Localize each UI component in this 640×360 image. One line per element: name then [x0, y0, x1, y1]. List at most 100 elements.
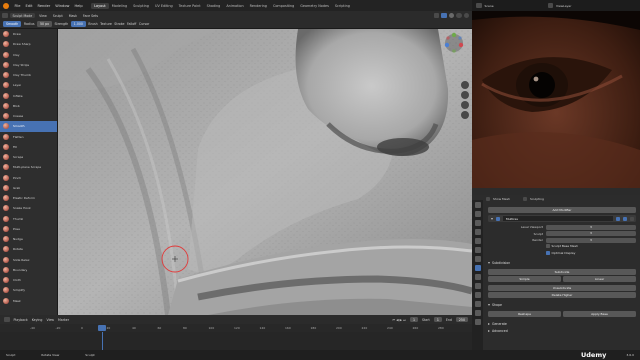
field-value[interactable]: 3 [546, 237, 636, 243]
tool-boundary[interactable]: Boundary [0, 265, 57, 275]
end-frame-field[interactable]: 250 [455, 316, 468, 323]
tab-shading[interactable]: Shading [204, 3, 224, 9]
view-layer-tab-icon[interactable] [474, 229, 481, 235]
view-layer-selector[interactable]: ViewLayer [556, 4, 571, 8]
3d-viewport[interactable] [58, 29, 472, 315]
modifier-menu-icon[interactable] [630, 216, 634, 221]
tool-smooth[interactable]: Smooth [0, 121, 57, 132]
scene-tab-icon[interactable] [474, 238, 481, 244]
editor-type-icon[interactable] [2, 12, 8, 19]
zoom-icon[interactable] [461, 81, 469, 89]
tool-simplify[interactable]: Simplify [0, 285, 57, 295]
reshape-button[interactable]: Reshape [488, 311, 561, 317]
shading-rendered-icon[interactable] [463, 12, 469, 19]
render-tab-icon[interactable] [474, 211, 481, 217]
tool-inflate[interactable]: Inflate [0, 91, 57, 101]
optimal-display-checkbox[interactable] [546, 251, 550, 255]
tool-pinch[interactable]: Pinch [0, 173, 57, 183]
tool-flatten[interactable]: Flatten [0, 132, 57, 142]
sculpt-base-mesh-row[interactable]: Sculpt Base Mesh [546, 244, 578, 248]
tool-draw[interactable]: Draw [0, 29, 57, 39]
subdivision-expand-icon[interactable] [488, 262, 490, 264]
timeline-ruler[interactable]: -40 -20 0 20 40 60 80 100 120 140 160 180 200 220 240 2… [0, 324, 472, 332]
stroke-menu[interactable]: Stroke [114, 22, 124, 26]
menu-view[interactable]: View [37, 14, 49, 18]
optimal-display-row[interactable]: Optimal Display [546, 251, 575, 255]
overlay-icon[interactable] [433, 12, 439, 19]
playback-controls[interactable]: ⏮ ◀ ▶ ⏭ [392, 318, 406, 322]
tool-clay[interactable]: Clay [0, 50, 57, 60]
simple-button[interactable]: Simple [488, 276, 561, 282]
menu-window[interactable]: Window [53, 4, 72, 8]
generate-expand-icon[interactable] [488, 323, 490, 325]
menu-face-sets[interactable]: Face Sets [81, 14, 100, 18]
tool-rotate[interactable]: Rotate [0, 244, 57, 254]
collapse-toggle-icon[interactable] [491, 217, 493, 220]
tab-sculpting[interactable]: Sculpting [130, 3, 152, 9]
tool-snake-hook[interactable]: Snake Hook [0, 203, 57, 213]
filter-icon[interactable] [486, 197, 490, 201]
blender-logo-icon[interactable] [3, 2, 9, 9]
perspective-toggle-icon[interactable] [461, 111, 469, 119]
tool-clay-strips[interactable]: Clay Strips [0, 60, 57, 70]
menu-file[interactable]: File [12, 4, 23, 8]
material-tab-icon[interactable] [474, 310, 481, 316]
sculpt-base-mesh-checkbox[interactable] [546, 244, 550, 248]
timeline-menu-view[interactable]: View [46, 318, 54, 322]
tool-tab-icon[interactable] [474, 202, 481, 208]
tool-fill[interactable]: Fill [0, 142, 57, 152]
texture-tab-icon[interactable] [474, 319, 481, 325]
tool-slide-relax[interactable]: Slide Relax [0, 255, 57, 265]
tool-multi-plane-scrape[interactable]: Multi-plane Scrape [0, 162, 57, 172]
tool-cloth[interactable]: Cloth [0, 275, 57, 285]
tool-grab[interactable]: Grab [0, 183, 57, 193]
subdivision-section-header[interactable]: Subdivision [488, 261, 510, 265]
xray-icon[interactable] [441, 12, 447, 19]
menu-mask[interactable]: Mask [67, 14, 79, 18]
tab-rendering[interactable]: Rendering [247, 3, 270, 9]
tool-elastic-deform[interactable]: Elastic Deform [0, 193, 57, 203]
timeline-menu-playback[interactable]: Playback [14, 318, 28, 322]
advanced-expand-icon[interactable] [488, 330, 490, 332]
brush-selector[interactable]: Smooth [3, 21, 22, 27]
tool-mask[interactable]: Mask [0, 296, 57, 306]
menu-edit[interactable]: Edit [23, 4, 35, 8]
radius-field[interactable]: 50 px [37, 21, 52, 27]
add-modifier-button[interactable]: Add Modifier [488, 207, 636, 213]
brush-menu[interactable]: Brush [88, 22, 97, 26]
camera-view-icon[interactable] [461, 101, 469, 109]
falloff-menu[interactable]: Falloff [127, 22, 136, 26]
physics-tab-icon[interactable] [474, 283, 481, 289]
unsubdivide-button[interactable]: Unsubdivide [488, 285, 636, 291]
tool-pose[interactable]: Pose [0, 224, 57, 234]
field-value[interactable]: 3 [546, 224, 636, 230]
field-value[interactable]: 3 [546, 231, 636, 236]
tab-geometry-nodes[interactable]: Geometry Nodes [297, 3, 332, 9]
tool-draw-sharp[interactable]: Draw Sharp [0, 39, 57, 49]
tab-texture-paint[interactable]: Texture Paint [176, 3, 204, 9]
tool-layer[interactable]: Layer [0, 80, 57, 90]
delete-higher-button[interactable]: Delete Higher [488, 292, 636, 298]
tab-scripting[interactable]: Scripting [332, 3, 353, 9]
timeline-body[interactable] [0, 332, 472, 350]
mode-selector[interactable]: Sculpt Mode [9, 12, 36, 19]
multires-modifier-header[interactable]: Multires [488, 215, 636, 222]
shape-section-header[interactable]: Shape [488, 303, 502, 307]
scene-selector[interactable]: Scene [485, 4, 545, 8]
tool-thumb[interactable]: Thumb [0, 214, 57, 224]
shading-material-icon[interactable] [456, 12, 462, 19]
tool-crease[interactable]: Crease [0, 111, 57, 121]
scene-icon[interactable] [476, 2, 482, 9]
texture-menu[interactable]: Texture [100, 22, 112, 26]
timeline-menu-keying[interactable]: Keying [32, 318, 43, 322]
subdivide-button[interactable]: Subdivide [488, 269, 636, 275]
object-tab-icon[interactable] [474, 256, 481, 262]
tab-modeling[interactable]: Modeling [109, 3, 130, 9]
apply-base-button[interactable]: Apply Base [563, 311, 636, 317]
pan-hand-icon[interactable] [461, 91, 469, 99]
data-tab-icon[interactable] [474, 301, 481, 307]
tool-scrape[interactable]: Scrape [0, 152, 57, 162]
output-tab-icon[interactable] [474, 220, 481, 226]
tool-clay-thumb[interactable]: Clay Thumb [0, 70, 57, 80]
tool-blob[interactable]: Blob [0, 101, 57, 111]
